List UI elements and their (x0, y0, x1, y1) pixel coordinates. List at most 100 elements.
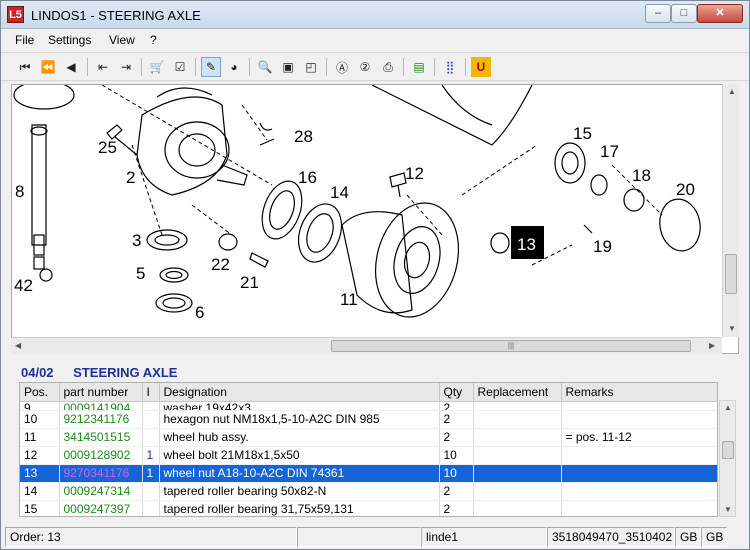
drawing-vertical-scrollbar[interactable]: ▲ ▼ (722, 84, 739, 337)
menu-file[interactable]: File (15, 33, 34, 47)
column-header-i[interactable]: I (142, 383, 160, 402)
callout-label[interactable]: 42 (14, 276, 33, 295)
table-row[interactable]: 10 9212341176 hexagon nut NM18x1,5-10-A2… (20, 410, 717, 429)
back-icon[interactable]: ◀ (61, 57, 81, 77)
minimize-button[interactable]: – (645, 4, 671, 23)
column-header-designation[interactable]: Designation (159, 383, 440, 402)
callout-label[interactable]: 19 (593, 237, 612, 256)
table-vertical-scrollbar[interactable]: ▲ ▼ (719, 400, 736, 517)
maximize-button[interactable]: □ (671, 4, 697, 23)
table-row[interactable]: 11 3414501515 wheel hub assy. 2 = pos. 1… (20, 428, 717, 447)
title-bar[interactable]: L5 LINDOS1 - STEERING AXLE – □ ✕ (1, 1, 749, 29)
next-sheet-icon[interactable]: ⇥ (116, 57, 136, 77)
cell-qty: 2 (439, 401, 474, 411)
scroll-thumb[interactable] (725, 254, 737, 294)
status-order: Order: 13 (5, 527, 297, 547)
callout-label[interactable]: 25 (98, 138, 117, 157)
cell-part-number: 0009128902 (59, 446, 143, 465)
cell-designation: washer 19x42x3 (159, 401, 440, 411)
callout-label[interactable]: 2 (126, 168, 135, 187)
info-a-icon[interactable]: Ⓐ (332, 57, 352, 77)
print-icon[interactable]: ⎙ (378, 57, 398, 77)
column-header-part-number[interactable]: part number (59, 383, 143, 402)
cell-qty: 2 (439, 482, 474, 501)
cell-qty: 2 (439, 500, 474, 516)
cell-remarks (561, 500, 717, 516)
status-empty (297, 527, 421, 547)
scroll-left-icon[interactable]: ◀ (15, 341, 21, 350)
cell-i: 1 (142, 464, 160, 483)
table-row-selected[interactable]: 13 9270341176 1 wheel nut A18-10-A2C DIN… (20, 464, 717, 483)
callout-label[interactable]: 14 (330, 183, 349, 202)
first-page-icon[interactable]: ⏮ (15, 57, 35, 77)
rewind-icon[interactable]: ⏪ (38, 57, 58, 77)
pointer-tool-icon[interactable]: ✎ (201, 57, 221, 77)
cell-remarks (561, 482, 717, 501)
close-button[interactable]: ✕ (697, 4, 743, 23)
page-view-icon[interactable]: ▣ (278, 57, 298, 77)
callout-label[interactable]: 3 (132, 231, 141, 250)
cell-i (142, 500, 160, 516)
column-header-pos[interactable]: Pos. (20, 383, 60, 402)
toolbar: ⏮ ⏪ ◀ ⇤ ⇥ 🛒 ☑ ✎ ◕ 🔍 ▣ ◰ Ⓐ ② ⎙ ▤ ⣿ U (1, 52, 749, 81)
column-header-remarks[interactable]: Remarks (561, 383, 717, 402)
info-b-icon[interactable]: ② (355, 57, 375, 77)
callout-label[interactable]: 20 (676, 180, 695, 199)
u-icon[interactable]: U (471, 57, 491, 77)
cart-icon[interactable]: 🛒 (147, 57, 167, 77)
callout-label[interactable]: 5 (136, 264, 145, 283)
callout-label[interactable]: 18 (632, 166, 651, 185)
page-fit-icon[interactable]: ◰ (301, 57, 321, 77)
section-number: 04/02 (21, 365, 54, 380)
status-user: linde1 (421, 527, 547, 547)
book-icon[interactable]: ▤ (409, 57, 429, 77)
scroll-right-icon[interactable]: ▶ (709, 341, 715, 350)
scroll-down-icon[interactable]: ▼ (724, 505, 732, 514)
scroll-up-icon[interactable]: ▲ (724, 403, 732, 412)
cell-remarks (561, 446, 717, 465)
cell-pos: 11 (20, 428, 60, 447)
callout-label[interactable]: 17 (600, 142, 619, 161)
callout-label[interactable]: 28 (294, 127, 313, 146)
callout-label[interactable]: 22 (211, 255, 230, 274)
callout-label[interactable]: 12 (405, 164, 424, 183)
callout-label[interactable]: 8 (15, 182, 24, 201)
drawing-horizontal-scrollbar[interactable]: ◀ ||| ▶ (11, 337, 722, 354)
scroll-up-icon[interactable]: ▲ (728, 87, 736, 96)
toolbar-separator (195, 58, 196, 76)
prev-sheet-icon[interactable]: ⇤ (93, 57, 113, 77)
cell-i (142, 428, 160, 447)
cell-pos: 12 (20, 446, 60, 465)
callout-label[interactable]: 11 (340, 290, 358, 309)
menu-help[interactable]: ? (150, 33, 157, 47)
callout-label-highlighted[interactable]: 13 (517, 235, 536, 254)
cell-part-number: 9212341176 (59, 410, 143, 429)
order-list-icon[interactable]: ☑ (170, 57, 190, 77)
cell-designation: tapered roller bearing 50x82-N (159, 482, 440, 501)
globe-icon[interactable]: ◕ (224, 57, 244, 77)
exploded-drawing[interactable]: 25 28 2 8 16 14 12 15 17 18 20 3 5 6 22 … (11, 84, 739, 354)
scroll-thumb[interactable] (722, 441, 734, 459)
callout-label[interactable]: 6 (195, 303, 204, 322)
column-header-qty[interactable]: Qty (439, 383, 474, 402)
callout-label[interactable]: 15 (573, 124, 592, 143)
callout-label[interactable]: 21 (240, 273, 259, 292)
zoom-icon[interactable]: 🔍 (255, 57, 275, 77)
cell-replacement (473, 464, 562, 483)
callout-label[interactable]: 16 (298, 168, 317, 187)
cell-qty: 2 (439, 428, 474, 447)
menu-view[interactable]: View (109, 33, 135, 47)
scroll-thumb[interactable]: ||| (331, 340, 691, 352)
dotgrid-icon[interactable]: ⣿ (440, 57, 460, 77)
cell-i (142, 401, 160, 411)
scroll-down-icon[interactable]: ▼ (728, 324, 736, 333)
cell-remarks (561, 401, 717, 411)
table-row[interactable]: 9 0009141904 washer 19x42x3 2 (20, 401, 717, 411)
table-row[interactable]: 14 0009247314 tapered roller bearing 50x… (20, 482, 717, 501)
column-header-replacement[interactable]: Replacement (473, 383, 562, 402)
cell-designation: tapered roller bearing 31,75x59,131 (159, 500, 440, 516)
table-row[interactable]: 15 0009247397 tapered roller bearing 31,… (20, 500, 717, 516)
table-row[interactable]: 12 0009128902 1 wheel bolt 21M18x1,5x50 … (20, 446, 717, 465)
menu-settings[interactable]: Settings (48, 33, 91, 47)
cell-designation: hexagon nut NM18x1,5-10-A2C DIN 985 (159, 410, 440, 429)
